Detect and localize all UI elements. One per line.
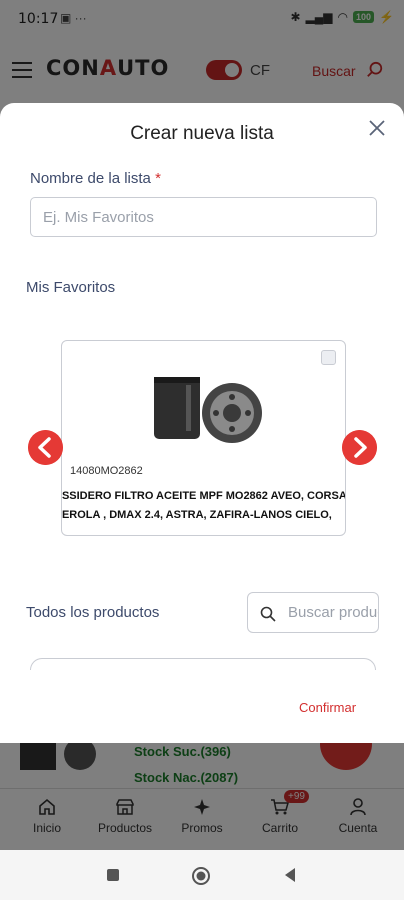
product-search-box[interactable] bbox=[247, 592, 379, 633]
carousel-prev-button[interactable] bbox=[28, 430, 63, 465]
modal-title: Crear nueva lista bbox=[130, 123, 274, 144]
product-checkbox[interactable] bbox=[321, 350, 336, 365]
required-marker: * bbox=[155, 170, 161, 187]
product-search-input[interactable] bbox=[288, 593, 378, 632]
back-icon[interactable] bbox=[282, 867, 298, 883]
product-code: 14080MO2862 bbox=[70, 465, 143, 477]
create-list-modal: Crear nueva lista Nombre de la lista * M… bbox=[0, 103, 404, 743]
product-list-container bbox=[30, 658, 376, 670]
close-icon[interactable] bbox=[366, 117, 388, 139]
favorites-section-title: Mis Favoritos bbox=[26, 279, 116, 296]
all-products-title: Todos los productos bbox=[26, 604, 160, 621]
carousel-next-button[interactable] bbox=[342, 430, 377, 465]
oil-filter-image bbox=[154, 377, 262, 443]
recents-icon[interactable] bbox=[106, 868, 120, 882]
product-description: ASSIDERO FILTRO ACEITE MPF MO2862 AVEO, … bbox=[61, 490, 346, 521]
list-name-label: Nombre de la lista * bbox=[30, 170, 161, 187]
confirm-button[interactable]: Confirmar bbox=[299, 700, 356, 715]
home-button-icon[interactable] bbox=[191, 866, 211, 886]
list-name-input[interactable] bbox=[30, 197, 377, 237]
favorite-product-card[interactable]: 14080MO2862 ASSIDERO FILTRO ACEITE MPF M… bbox=[61, 340, 346, 536]
system-nav-bar bbox=[0, 850, 404, 900]
search-icon bbox=[260, 606, 276, 622]
